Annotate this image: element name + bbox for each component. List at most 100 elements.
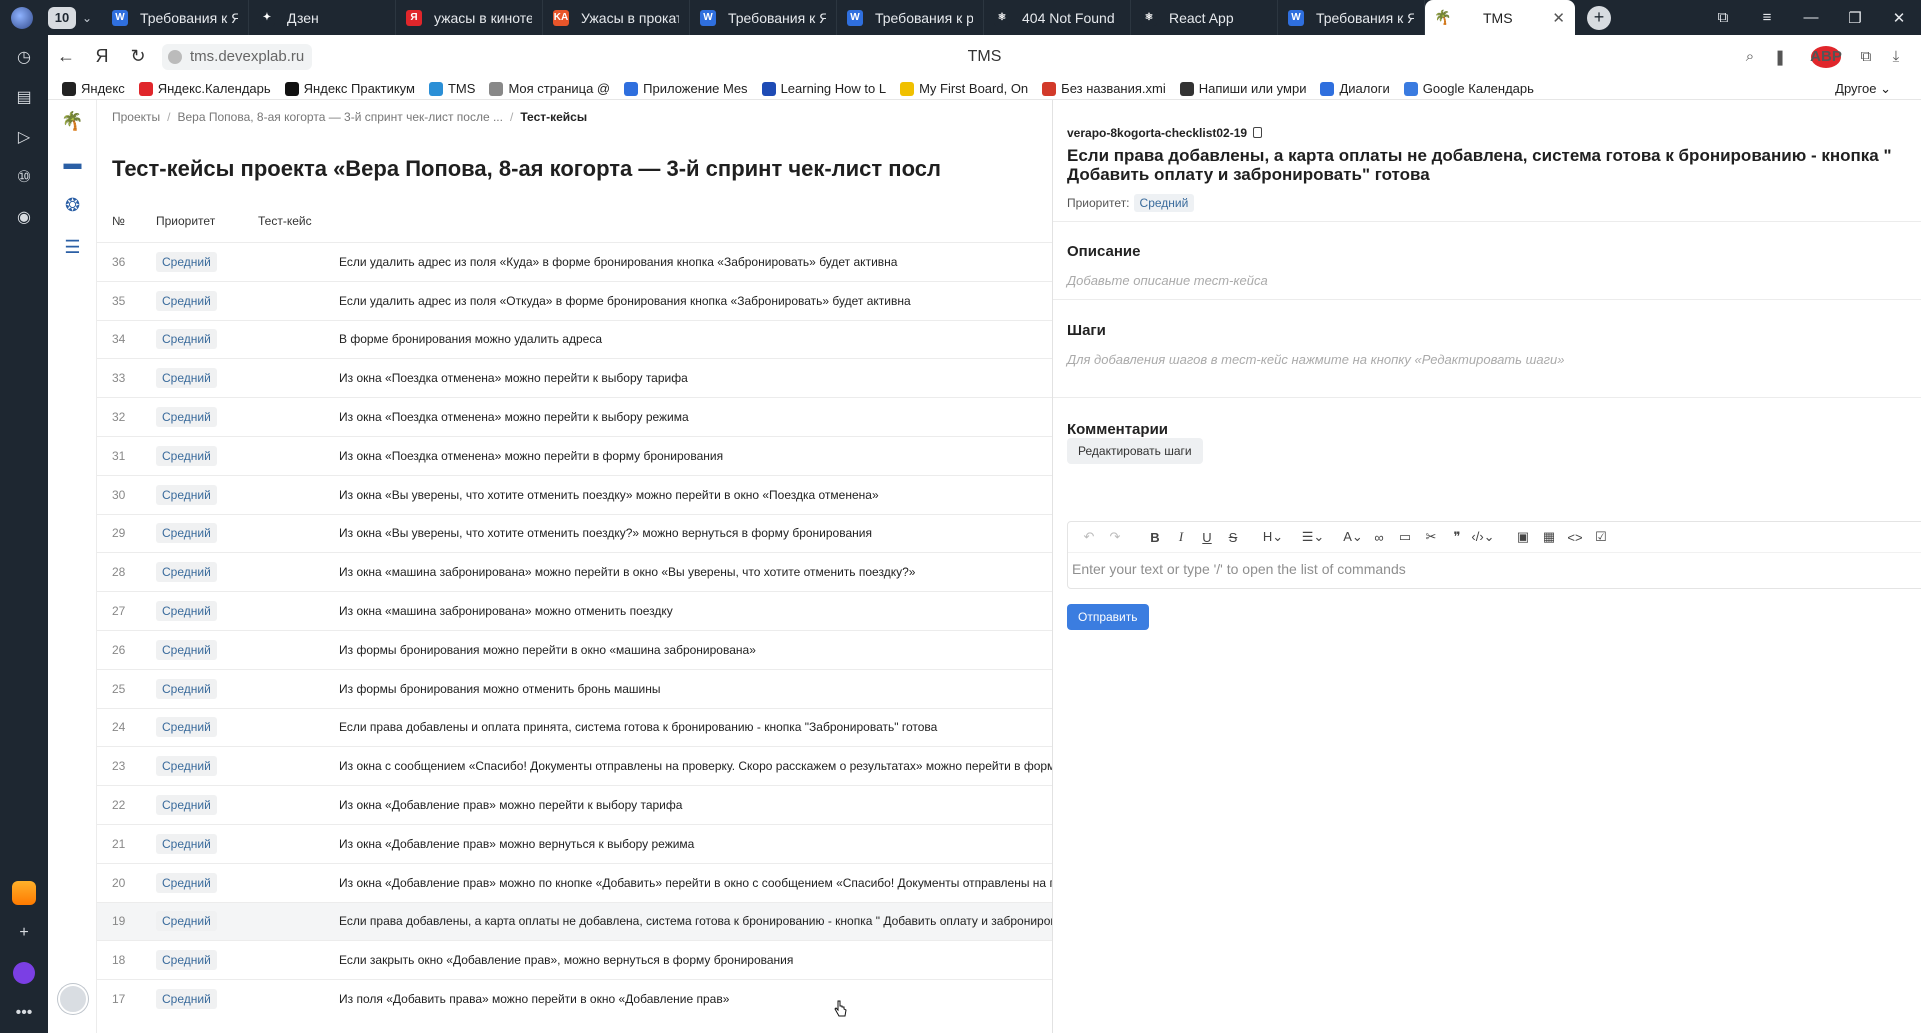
browser-tab[interactable]: W Требования к Янд	[102, 0, 249, 35]
extensions-icon[interactable]: ⧉	[1851, 48, 1881, 65]
redo-icon[interactable]: ↷	[1102, 529, 1128, 545]
table-row[interactable]: 29 Средний Из окна «Вы уверены, что хотите…	[97, 513, 1052, 553]
table-row[interactable]: 23 Средний Из окна с сообщением «Спасибо! …	[97, 746, 1052, 785]
bookmark-item[interactable]: Google Календарь	[1403, 81, 1534, 96]
tab-counter[interactable]: 10	[48, 6, 76, 29]
url-field[interactable]: tms.devexplab.ru	[162, 43, 313, 70]
browser-tab[interactable]: ⚛ React App	[1131, 0, 1278, 35]
row-title[interactable]: Если удалить адрес из поля «Куда» в форм…	[339, 255, 1052, 269]
bookmark-icon[interactable]: ❚	[1765, 48, 1795, 66]
table-row[interactable]: 18 Средний Если закрыть окно «Добавление п…	[97, 940, 1052, 979]
reload-icon[interactable]: ↻	[120, 35, 156, 78]
table-row[interactable]: 25 Средний Из формы бронирования можно отм…	[97, 668, 1052, 708]
more-icon[interactable]: •••	[0, 993, 48, 1033]
tab-list-chevron-icon[interactable]: ⌄	[76, 11, 98, 25]
strikethrough-icon[interactable]: S	[1220, 530, 1246, 545]
bookmark-item[interactable]: Без названия.xmi	[1042, 81, 1166, 96]
breadcrumb-projects[interactable]: Проекты	[112, 110, 160, 124]
code-format-icon[interactable]: ‹/›⌄	[1470, 529, 1496, 545]
table-row[interactable]: 20 Средний Из окна «Добавление прав» можно…	[97, 862, 1052, 902]
table-row[interactable]: 34 Средний В форме бронирования можно удал…	[97, 319, 1052, 359]
table-row[interactable]: 35 Средний Если удалить адрес из поля «Отк…	[97, 280, 1052, 320]
row-title[interactable]: Из окна «машина забронирована» можно отм…	[339, 604, 1052, 618]
browser-tab[interactable]: W Требования к рас	[837, 0, 984, 35]
new-tab-button[interactable]: +	[1587, 5, 1611, 30]
row-title[interactable]: Из окна «машина забронирована» можно пер…	[339, 565, 1052, 579]
text-color-icon[interactable]: A⌄	[1340, 529, 1366, 545]
close-window-button[interactable]: ✕	[1877, 0, 1921, 35]
folder-icon[interactable]: ▬	[48, 142, 97, 184]
bookmark-item[interactable]: Диалоги	[1320, 81, 1390, 96]
browser-tab[interactable]: ⚛ 404 Not Found	[984, 0, 1131, 35]
row-title[interactable]: Если права добавлены и оплата принята, с…	[339, 720, 1052, 734]
collections-icon[interactable]: ▤	[0, 77, 48, 117]
table-row[interactable]: 33 Средний Из окна «Поездка отменена» можн…	[97, 358, 1052, 397]
browser-tab-active[interactable]: 🌴 TMS ✕	[1425, 0, 1575, 35]
priority-badge[interactable]: Средний	[1133, 194, 1195, 212]
heading-icon[interactable]: H⌄	[1260, 529, 1286, 545]
table-row[interactable]: 28 Средний Из окна «машина забронирована» …	[97, 552, 1052, 591]
breadcrumb-project[interactable]: Вера Попова, 8-ая когорта — 3-й спринт ч…	[178, 110, 503, 124]
add-panel-icon[interactable]: +	[0, 913, 48, 953]
row-title[interactable]: Если права добавлены, а карта оплаты не …	[339, 914, 1052, 928]
bookmark-item[interactable]: My First Board, On	[900, 81, 1028, 96]
table-row[interactable]: 31 Средний Из окна «Поездка отменена» можн…	[97, 435, 1052, 475]
tabs-count-icon[interactable]: ⑩	[0, 157, 48, 197]
quote-icon[interactable]: ❞	[1444, 529, 1470, 545]
history-icon[interactable]: ◷	[0, 37, 48, 77]
note-icon[interactable]: ▭	[1392, 529, 1418, 545]
code-block-icon[interactable]: <>	[1562, 530, 1588, 545]
list-format-icon[interactable]: ☰⌄	[1300, 529, 1326, 545]
close-tab-icon[interactable]: ✕	[1552, 9, 1565, 27]
table-row[interactable]: 24 Средний Если права добавлены и оплата п…	[97, 707, 1052, 747]
browser-tab[interactable]: W Требования к Янд	[1278, 0, 1425, 35]
row-title[interactable]: Из окна «Добавление прав» можно по кнопк…	[339, 876, 1052, 890]
send-button[interactable]: Отправить	[1067, 604, 1149, 630]
row-title[interactable]: Из окна «Поездка отменена» можно перейти…	[339, 371, 1052, 385]
alice-icon[interactable]	[0, 953, 48, 993]
bookmarks-other[interactable]: Другое ⌄	[1835, 81, 1891, 97]
row-title[interactable]: Если удалить адрес из поля «Откуда» в фо…	[339, 294, 1052, 308]
undo-icon[interactable]: ↶	[1076, 529, 1102, 545]
avatar[interactable]	[58, 984, 88, 1014]
bookmark-item[interactable]: TMS	[428, 81, 475, 96]
yandex-icon[interactable]: Я	[84, 35, 120, 78]
table-row[interactable]: 26 Средний Из формы бронирования можно пер…	[97, 629, 1052, 669]
italic-icon[interactable]: I	[1168, 529, 1194, 545]
app-icon[interactable]	[0, 873, 48, 913]
browser-tab[interactable]: Яужасы в кинотеа	[396, 0, 543, 35]
table-row[interactable]: 19 Средний Если права добавлены, а карта о…	[97, 901, 1052, 941]
row-title[interactable]: Если закрыть окно «Добавление прав», мож…	[339, 953, 1052, 967]
browser-tab[interactable]: KA Ужасы в прокате	[543, 0, 690, 35]
table-row[interactable]: 27 Средний Из окна «машина забронирована» …	[97, 591, 1052, 630]
checkbox-icon[interactable]: ☑	[1588, 529, 1614, 545]
table-icon[interactable]: ▦	[1536, 529, 1562, 545]
row-title[interactable]: Из окна «Вы уверены, что хотите отменить…	[339, 526, 1052, 540]
underline-icon[interactable]: U	[1194, 530, 1220, 545]
video-icon[interactable]: ▷	[0, 117, 48, 157]
row-title[interactable]: Из поля «Добавить права» можно перейти в…	[339, 992, 1052, 1006]
image-icon[interactable]: ▣	[1510, 529, 1536, 545]
row-title[interactable]: Из окна «Добавление прав» можно вернутьс…	[339, 837, 1052, 851]
bold-icon[interactable]: B	[1142, 530, 1168, 545]
bookmark-item[interactable]: Яндекс	[62, 81, 125, 96]
copy-icon[interactable]	[1253, 127, 1263, 138]
link-icon[interactable]: ∞	[1366, 530, 1392, 545]
row-title[interactable]: Из формы бронирования можно перейти в ок…	[339, 643, 1052, 657]
download-icon[interactable]: ⤓	[1881, 48, 1911, 65]
browser-tab[interactable]: ✦ Дзен	[249, 0, 396, 35]
row-title[interactable]: Из окна «Вы уверены, что хотите отменить…	[339, 488, 1052, 502]
table-row[interactable]: 30 Средний Из окна «Вы уверены, что хотите…	[97, 474, 1052, 514]
row-title[interactable]: Из окна «Добавление прав» можно перейти …	[339, 798, 1052, 812]
maximize-button[interactable]: ❐	[1833, 0, 1877, 35]
bookmark-item[interactable]: Яндекс.Календарь	[138, 81, 271, 96]
list-icon[interactable]: ☰	[48, 226, 97, 268]
bookmark-item[interactable]: Напиши или умри	[1179, 81, 1306, 96]
gear-icon[interactable]: ⚙	[1916, 529, 1921, 545]
table-row[interactable]: 22 Средний Из окна «Добавление прав» можно…	[97, 785, 1052, 824]
palm-logo-icon[interactable]: 🌴	[48, 100, 97, 142]
row-title[interactable]: Из окна «Поездка отменена» можно перейти…	[339, 449, 1052, 463]
minimize-button[interactable]: —	[1789, 0, 1833, 35]
row-title[interactable]: В форме бронирования можно удалить адрес…	[339, 332, 1052, 346]
row-title[interactable]: Из окна «Поездка отменена» можно перейти…	[339, 410, 1052, 424]
